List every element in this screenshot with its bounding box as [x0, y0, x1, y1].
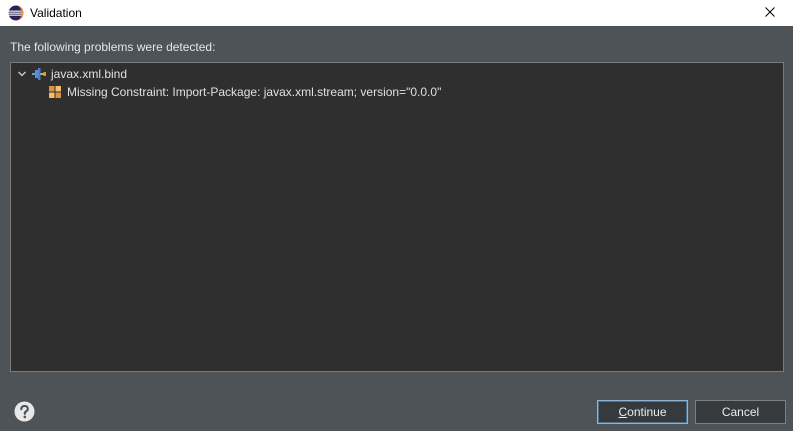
window-title: Validation [30, 6, 82, 20]
cancel-button[interactable]: Cancel [695, 400, 786, 424]
eclipse-icon [8, 5, 24, 21]
problems-prompt: The following problems were detected: [10, 40, 216, 54]
continue-button-label: Continue [618, 405, 667, 419]
tree-item-bundle[interactable]: javax.xml.bind [15, 65, 127, 83]
close-icon [765, 4, 775, 22]
close-button[interactable] [747, 0, 793, 26]
tree-item-label: Missing Constraint: Import-Package: java… [67, 85, 442, 99]
problem-tree[interactable]: javax.xml.bind Missing Constraint: Impor… [10, 62, 784, 372]
validation-dialog: Validation The following problems were d… [0, 0, 793, 431]
plugin-icon [31, 67, 47, 81]
tree-item-label: javax.xml.bind [51, 67, 128, 81]
cancel-button-label: Cancel [721, 405, 760, 419]
title-bar: Validation [0, 0, 793, 26]
help-button[interactable] [14, 401, 35, 422]
continue-button[interactable]: Continue [597, 400, 688, 424]
constraint-error-icon [47, 85, 63, 99]
tree-item-problem[interactable]: Missing Constraint: Import-Package: java… [47, 83, 441, 101]
help-icon [14, 401, 35, 426]
chevron-down-icon[interactable] [15, 67, 29, 81]
